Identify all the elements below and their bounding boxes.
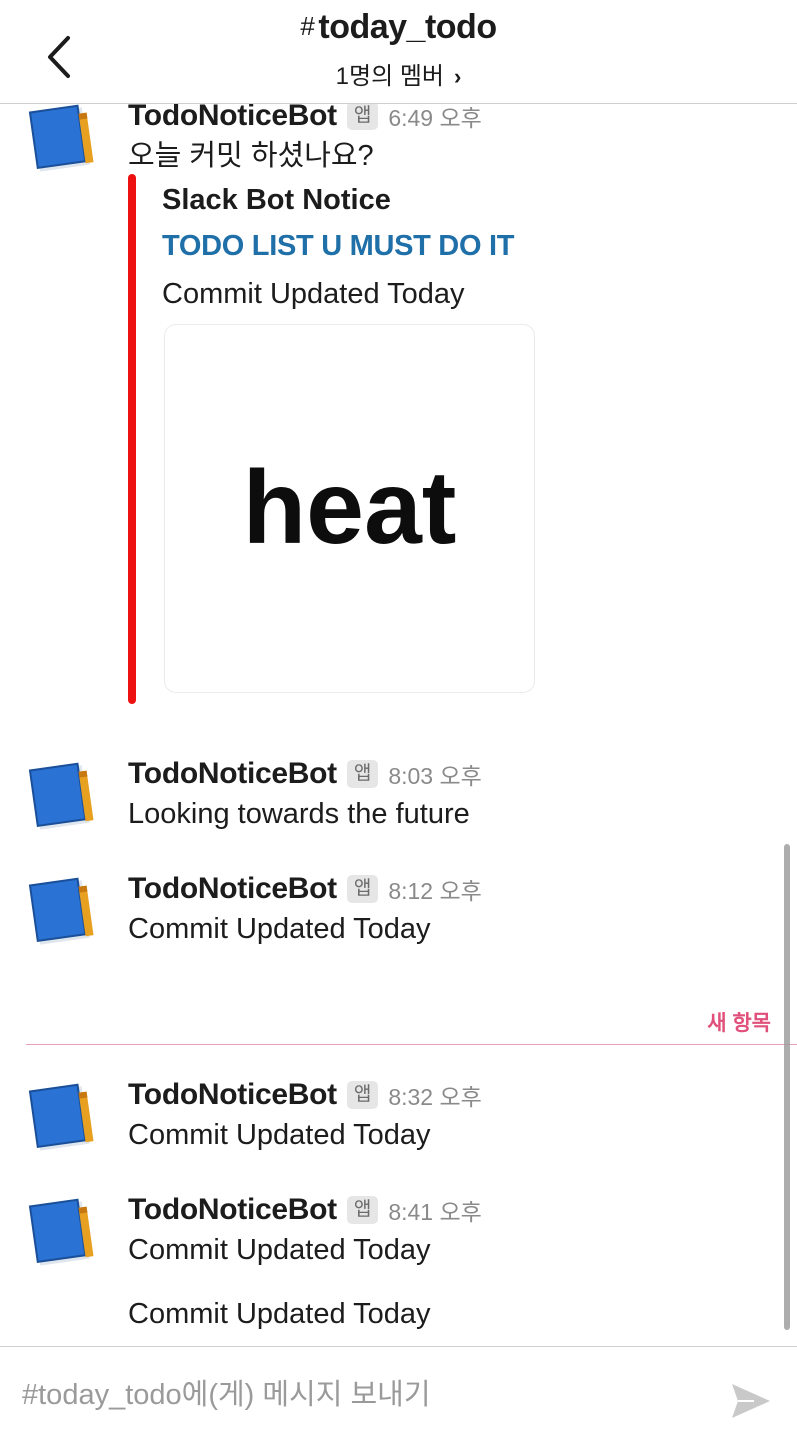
sender-name[interactable]: TodoNoticeBot	[128, 1193, 337, 1227]
avatar[interactable]	[26, 875, 102, 949]
new-items-divider	[26, 1044, 797, 1045]
attachment-text: Commit Updated Today	[162, 278, 465, 310]
message-list[interactable]: TodoNoticeBot 앱 6:49 오후 오늘 커밋 하셨나요? Slac…	[0, 104, 797, 1346]
message-text: Commit Updated Today	[128, 913, 431, 945]
attachment: Slack Bot Notice TODO LIST U MUST DO IT …	[128, 174, 628, 704]
sender-name[interactable]: TodoNoticeBot	[128, 757, 337, 791]
scrollbar[interactable]	[784, 844, 790, 1330]
sender-name[interactable]: TodoNoticeBot	[128, 872, 337, 906]
new-items-label: 새 항목	[707, 1012, 771, 1035]
member-count-link[interactable]: 1명의 멤버 ›	[0, 56, 797, 91]
sender-line: TodoNoticeBot 앱 8:03 오후	[128, 756, 482, 792]
app-badge: 앱	[346, 760, 379, 788]
message-text: 오늘 커밋 하셨나요?	[128, 140, 374, 172]
notebook-pencil-icon	[28, 877, 94, 945]
sender-line: TodoNoticeBot 앱 6:49 오후	[128, 104, 482, 134]
app-badge: 앱	[346, 104, 379, 130]
app-badge: 앱	[346, 1081, 379, 1109]
member-count: 1명의 멤버	[335, 63, 444, 90]
message-followup-text: Commit Updated Today	[128, 1298, 431, 1330]
sender-line: TodoNoticeBot 앱 8:12 오후	[128, 871, 482, 907]
app-badge: 앱	[346, 875, 379, 903]
channel-header: # today_todo 1명의 멤버 ›	[0, 0, 797, 104]
message-input[interactable]	[22, 1373, 702, 1417]
timestamp[interactable]: 8:41 오후	[388, 1193, 481, 1227]
channel-title[interactable]: # today_todo	[0, 8, 797, 47]
attachment-author: Slack Bot Notice	[162, 184, 391, 216]
attachment-image[interactable]: heat	[164, 324, 535, 693]
notebook-pencil-icon	[28, 1198, 94, 1266]
message-text: Looking towards the future	[128, 798, 470, 830]
sender-line: TodoNoticeBot 앱 8:41 오후	[128, 1192, 482, 1228]
chevron-right-icon: ›	[454, 64, 462, 89]
sender-line: TodoNoticeBot 앱 8:32 오후	[128, 1077, 482, 1113]
avatar[interactable]	[26, 1196, 102, 1270]
timestamp[interactable]: 8:12 오후	[388, 872, 481, 906]
send-arrow-icon	[732, 1384, 770, 1418]
sender-name[interactable]: TodoNoticeBot	[128, 104, 337, 133]
send-button[interactable]	[730, 1381, 772, 1421]
avatar[interactable]	[26, 104, 102, 176]
hash-symbol: #	[300, 11, 315, 41]
avatar[interactable]	[26, 1081, 102, 1155]
avatar[interactable]	[26, 760, 102, 834]
channel-name: today_todo	[318, 8, 497, 46]
timestamp[interactable]: 8:32 오후	[388, 1078, 481, 1112]
attachment-color-bar	[128, 174, 136, 704]
message-text: Commit Updated Today	[128, 1234, 431, 1266]
message-composer	[0, 1346, 797, 1440]
timestamp[interactable]: 8:03 오후	[388, 757, 481, 791]
sender-name[interactable]: TodoNoticeBot	[128, 1078, 337, 1112]
app-badge: 앱	[346, 1196, 379, 1224]
timestamp[interactable]: 6:49 오후	[388, 104, 481, 133]
message-text: Commit Updated Today	[128, 1119, 431, 1151]
notebook-pencil-icon	[28, 1083, 94, 1151]
attachment-image-text: heat	[242, 450, 457, 566]
notebook-pencil-icon	[28, 762, 94, 830]
notebook-pencil-icon	[28, 104, 94, 172]
attachment-title-link[interactable]: TODO LIST U MUST DO IT	[162, 230, 514, 263]
